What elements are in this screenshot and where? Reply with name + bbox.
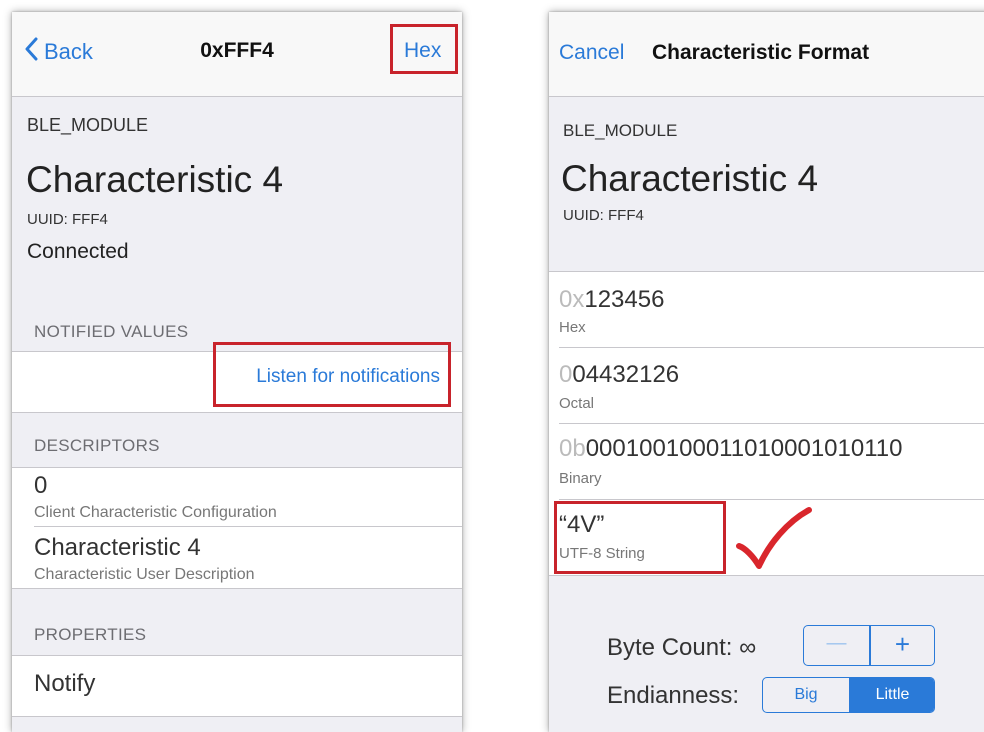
endianness-option-little[interactable]: Little xyxy=(849,678,934,712)
uuid-label: UUID: FFF4 xyxy=(563,207,644,224)
connection-status: Connected xyxy=(27,240,129,263)
peripheral-name: BLE_MODULE xyxy=(27,115,149,135)
notified-values-header: NOTIFIED VALUES xyxy=(34,322,189,341)
format-label: Binary xyxy=(559,470,602,487)
property-item: Notify xyxy=(34,670,96,697)
descriptors-list: 0 Client Characteristic Configuration Ch… xyxy=(12,467,462,589)
uuid-label: UUID: FFF4 xyxy=(27,211,108,228)
endianness-segmented-control: Big Little xyxy=(762,677,935,713)
format-value: 0b000100100011010001010110 xyxy=(559,435,903,462)
properties-header: PROPERTIES xyxy=(34,625,147,644)
characteristic-format-screen: Cancel Characteristic Format BLE_MODULE … xyxy=(549,12,984,732)
characteristic-title: Characteristic 4 xyxy=(26,159,284,200)
row-divider xyxy=(559,499,984,500)
cancel-button[interactable]: Cancel xyxy=(559,41,624,65)
byte-count-stepper: — + xyxy=(803,625,935,666)
descriptor-value: Characteristic 4 xyxy=(34,534,201,561)
highlight-box xyxy=(390,24,458,74)
nav-title: Characteristic Format xyxy=(652,41,870,64)
highlight-box xyxy=(554,501,726,574)
byte-count-label: Byte Count: ∞ xyxy=(607,634,757,661)
highlight-box xyxy=(213,342,451,407)
format-value: 004432126 xyxy=(559,361,680,388)
peripheral-name: BLE_MODULE xyxy=(563,121,678,140)
row-divider xyxy=(559,423,984,424)
format-value: 0x123456 xyxy=(559,286,665,313)
descriptor-value: 0 xyxy=(34,472,48,499)
descriptor-label: Client Characteristic Configuration xyxy=(34,504,277,521)
descriptors-header: DESCRIPTORS xyxy=(34,436,160,455)
endianness-option-big[interactable]: Big xyxy=(763,686,849,704)
format-label: Octal xyxy=(559,395,595,412)
nav-bar: Cancel Characteristic Format xyxy=(549,12,984,97)
descriptor-label: Characteristic User Description xyxy=(34,566,255,583)
nav-bar: Back 0xFFF4 Hex xyxy=(12,12,462,97)
endianness-label: Endianness: xyxy=(607,682,740,709)
characteristic-detail-screen: Back 0xFFF4 Hex BLE_MODULE Characteristi… xyxy=(12,12,462,732)
increment-button[interactable]: + xyxy=(870,629,934,660)
format-label: Hex xyxy=(559,319,586,336)
decrement-button[interactable]: — xyxy=(804,632,869,655)
row-divider xyxy=(559,347,984,348)
row-divider xyxy=(34,526,462,527)
annotation-check-icon xyxy=(735,506,815,579)
properties-list: Notify xyxy=(12,655,462,717)
characteristic-title: Characteristic 4 xyxy=(561,158,819,199)
